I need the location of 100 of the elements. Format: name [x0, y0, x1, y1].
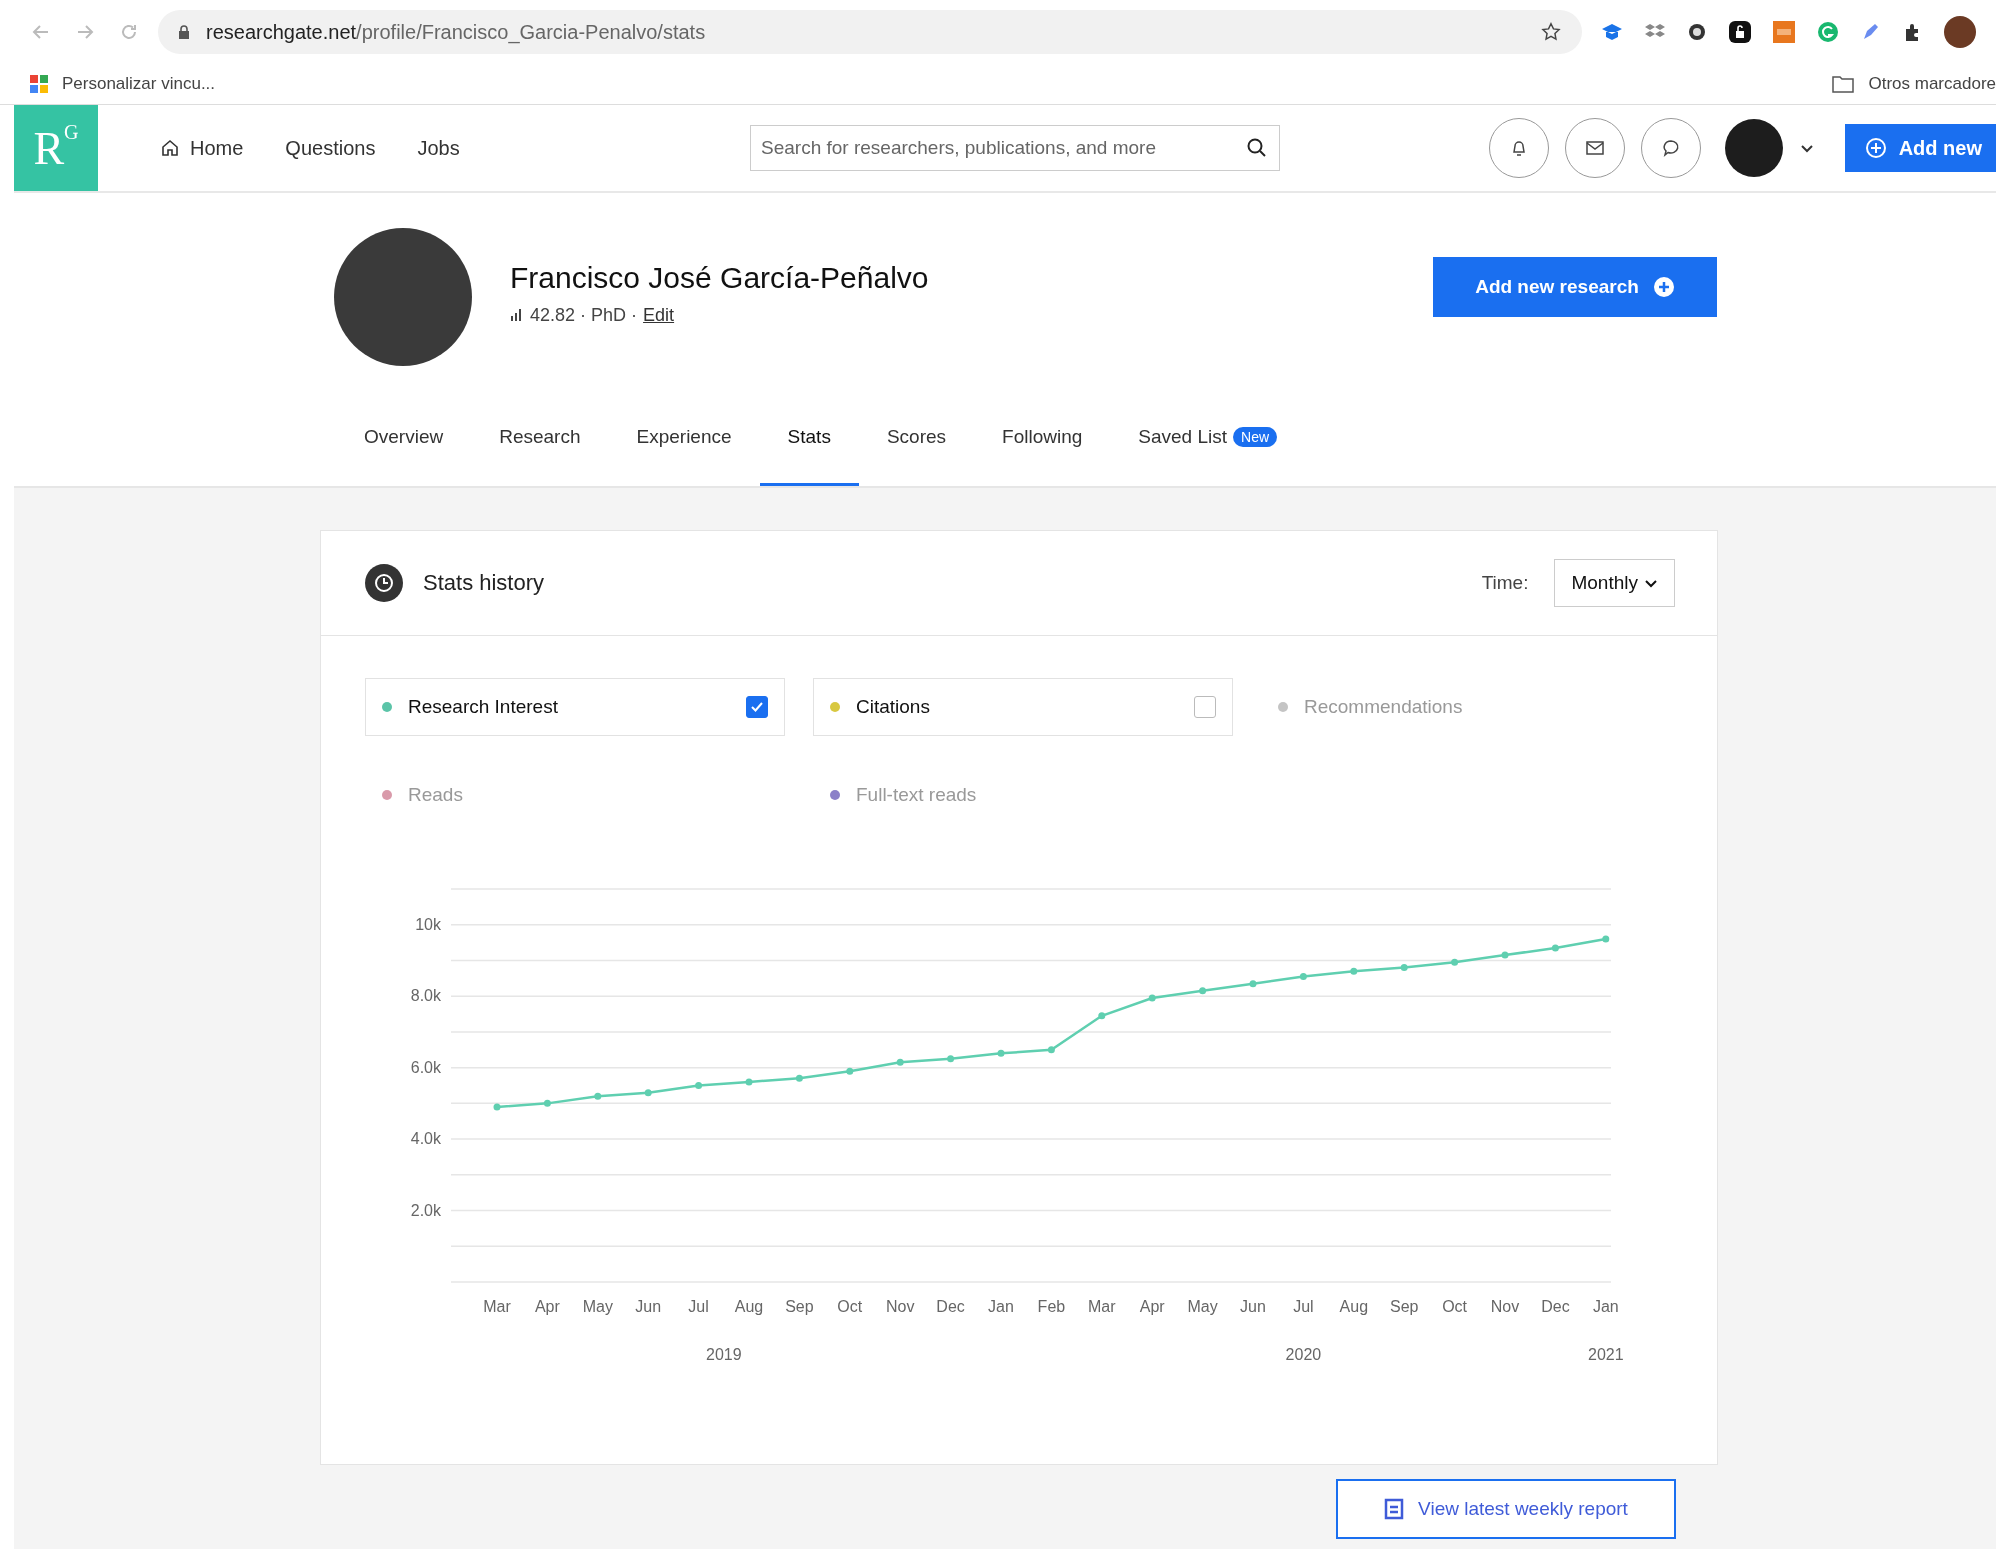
star-icon[interactable] — [1540, 21, 1562, 43]
profile-tab[interactable]: Research — [471, 391, 609, 486]
home-icon — [160, 138, 180, 158]
data-point — [1299, 973, 1307, 981]
x-axis-label: Oct — [1442, 1298, 1468, 1315]
plus-circle-icon — [1864, 137, 1887, 159]
profile-meta-text: 42.82 · PhD · — [530, 304, 638, 326]
square-logo-icon[interactable] — [1772, 20, 1796, 44]
bookmark-link[interactable]: Otros marcadore — [1868, 74, 1996, 94]
time-label: Time: — [1481, 572, 1529, 594]
profile-avatar[interactable] — [1944, 16, 1976, 48]
x-axis-label: Dec — [936, 1298, 965, 1315]
x-axis-label: Feb — [1037, 1298, 1066, 1315]
data-point — [695, 1082, 703, 1089]
x-axis-label: Mar — [1088, 1298, 1116, 1315]
card-title: Stats history — [423, 570, 545, 596]
x-axis-label: May — [582, 1298, 613, 1315]
data-point — [745, 1078, 753, 1086]
edit-link[interactable]: Edit — [643, 304, 675, 326]
search-icon[interactable] — [1246, 137, 1268, 159]
y-axis-label: 8.0k — [410, 987, 441, 1005]
data-point — [1148, 994, 1156, 1002]
y-axis-label: 10k — [415, 915, 441, 933]
x-axis-label: May — [1187, 1298, 1218, 1315]
search-field[interactable]: Search for researchers, publications, and more — [750, 125, 1280, 171]
x-axis-label: Jun — [635, 1298, 662, 1315]
plus-circle-icon — [1652, 276, 1675, 298]
x-axis-label: Oct — [837, 1298, 863, 1315]
x-axis-label: Jul — [688, 1298, 709, 1315]
x-axis-label: Aug — [734, 1298, 764, 1315]
data-point — [644, 1089, 652, 1097]
padlock-icon[interactable] — [1728, 20, 1752, 44]
document-icon — [1384, 1498, 1405, 1520]
metric-toggle[interactable]: Citations — [813, 678, 1233, 736]
x-axis-label: Sep — [1389, 1298, 1419, 1315]
address-bar[interactable]: researchgate.net/profile/Francisco_Garcia-Penalvo/stats — [158, 10, 1582, 54]
data-point — [1350, 967, 1358, 975]
y-axis-label: 4.0k — [410, 1130, 441, 1148]
bar-chart-icon — [510, 309, 524, 321]
profile-tab[interactable]: Scores — [858, 391, 975, 486]
data-point — [543, 1099, 551, 1107]
data-point — [1249, 980, 1257, 988]
x-axis-label: Mar — [483, 1298, 511, 1315]
data-point — [1400, 964, 1408, 972]
profile-tab[interactable]: Saved List New — [1110, 391, 1306, 486]
data-point — [1098, 1012, 1106, 1020]
checkbox[interactable] — [746, 696, 768, 718]
metric-toggle[interactable]: Research Interest — [365, 678, 785, 736]
x-axis-label: Nov — [885, 1298, 915, 1315]
folder-icon — [1832, 75, 1855, 93]
data-point — [947, 1055, 955, 1063]
x-axis-label: Sep — [785, 1298, 814, 1315]
time-dropdown[interactable]: Monthly — [1554, 559, 1675, 607]
x-axis-label: Dec — [1541, 1298, 1570, 1315]
data-point — [493, 1103, 501, 1111]
data-point — [896, 1058, 904, 1066]
year-label: 2019 — [706, 1346, 742, 1363]
x-axis-label: Jul — [1293, 1298, 1314, 1315]
data-point — [1602, 935, 1610, 943]
data-point — [997, 1049, 1005, 1057]
nav-link[interactable]: Jobs — [417, 136, 460, 160]
data-point — [594, 1092, 602, 1100]
bookmark-link[interactable]: Personalizar vincu... — [62, 74, 216, 94]
circle-icon[interactable] — [1686, 21, 1708, 43]
year-label: 2021 — [1588, 1346, 1624, 1363]
data-point — [1501, 951, 1509, 959]
url-text: researchgate.net/profile/Francisco_Garcia-Penalvo/stats — [206, 20, 707, 44]
checkbox[interactable] — [1194, 696, 1216, 718]
nav-link[interactable]: Home — [160, 136, 244, 160]
circle-logo-icon[interactable] — [1816, 20, 1840, 44]
data-point — [795, 1074, 803, 1082]
data-point — [1047, 1046, 1055, 1054]
new-badge: New — [1233, 427, 1278, 447]
checkmark-icon — [750, 700, 764, 714]
x-axis-label: Jun — [1240, 1298, 1266, 1315]
data-point — [1551, 944, 1559, 952]
lock-icon — [178, 24, 190, 40]
profile-tab[interactable]: Overview — [336, 391, 472, 486]
profile-tab[interactable]: Experience — [608, 391, 760, 486]
x-axis-label: Aug — [1339, 1298, 1369, 1315]
data-point — [1451, 958, 1459, 966]
data-point — [1199, 987, 1207, 995]
y-axis-label: 6.0k — [410, 1058, 441, 1076]
x-axis-label: Jan — [1592, 1298, 1619, 1315]
clock-icon — [365, 564, 403, 602]
add-new-research-button[interactable]: Add new research — [1433, 257, 1717, 317]
nav-link[interactable]: Questions — [285, 136, 376, 160]
data-point — [846, 1067, 854, 1075]
x-axis-label: Apr — [534, 1298, 560, 1315]
x-axis-label: Apr — [1139, 1298, 1165, 1315]
y-axis-label: 2.0k — [410, 1201, 441, 1219]
weekly-report-button[interactable]: View latest weekly report — [1336, 1479, 1676, 1539]
year-label: 2020 — [1285, 1346, 1322, 1363]
profile-name: Francisco José García-Peñalvo — [510, 260, 929, 295]
apps-grid-icon[interactable] — [30, 75, 48, 93]
user-avatar[interactable] — [1724, 119, 1783, 177]
x-axis-label: Jan — [988, 1298, 1014, 1315]
profile-tab[interactable]: Following — [974, 391, 1111, 486]
x-axis-label: Nov — [1490, 1298, 1520, 1315]
add-new-button[interactable]: Add new — [1844, 124, 1996, 172]
